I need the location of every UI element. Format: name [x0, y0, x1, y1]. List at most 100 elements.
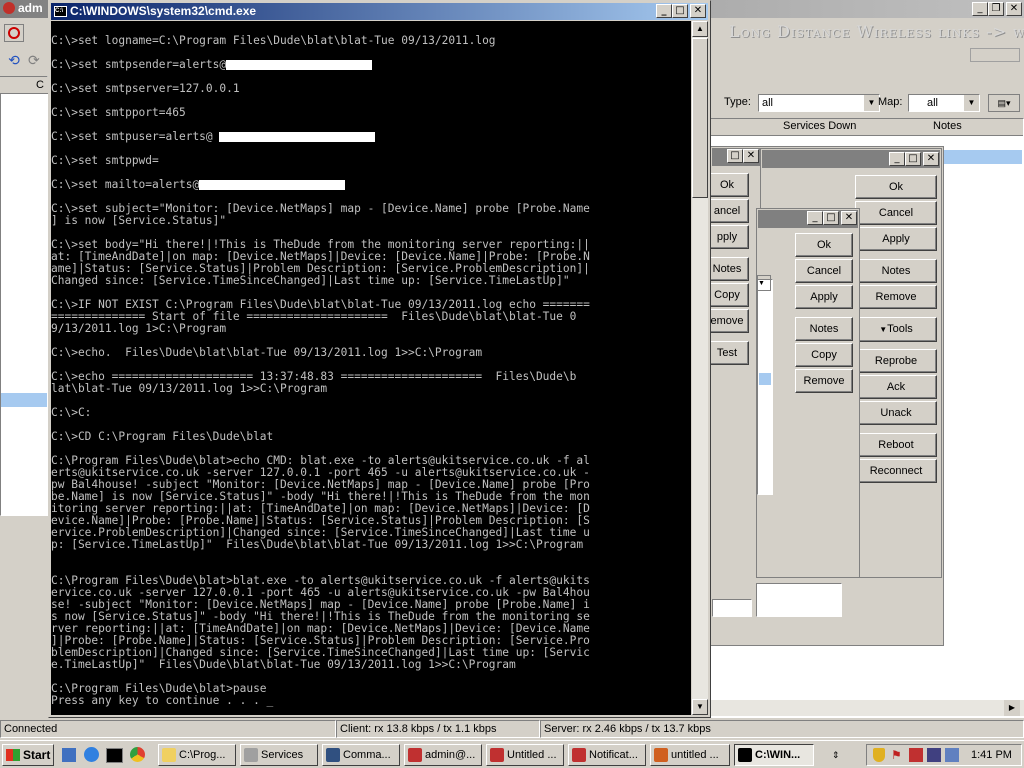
chevron-down-icon[interactable]: ▼ [758, 280, 765, 287]
chrome-icon[interactable] [130, 747, 145, 762]
left-column-header[interactable]: C [0, 77, 48, 94]
left-selected-row[interactable] [1, 393, 47, 407]
columns-menu-button[interactable]: ▤▾ [988, 94, 1020, 112]
service-dialog-minimize-icon[interactable]: _ [807, 211, 823, 225]
device-ok-button[interactable]: Ok [855, 175, 937, 199]
monitor-icon[interactable] [945, 748, 959, 762]
folder-icon [162, 748, 176, 762]
network-icon[interactable] [909, 748, 923, 762]
restore-icon[interactable]: ❐ [988, 2, 1004, 16]
device-tools-label: Tools [887, 323, 913, 335]
view-buttons[interactable] [970, 48, 1020, 62]
task-explorer-label: C:\Prog... [179, 749, 226, 761]
service-notes-button[interactable]: Notes [795, 317, 853, 341]
device-unack-button[interactable]: Unack [855, 401, 937, 425]
console-line: lat\blat-Tue 09/13/2011.log 1>>C:\Progra… [51, 382, 328, 395]
device-remove-button[interactable]: Remove [855, 285, 937, 309]
scroll-thumb[interactable] [692, 38, 708, 198]
service-apply-button[interactable]: Apply [795, 285, 853, 309]
gear-icon [244, 748, 258, 762]
disconnect-button[interactable] [4, 24, 24, 42]
dialog1-notes-button[interactable]: Notes [705, 257, 749, 281]
start-button[interactable]: Start [2, 744, 54, 766]
console-output[interactable]: C:\>set logname=C:\Program Files\Dude\bl… [51, 21, 691, 715]
console-icon [326, 748, 340, 762]
map-select-value: all [927, 97, 939, 109]
service-remove-button[interactable]: Remove [795, 369, 853, 393]
show-desktop-icon[interactable] [62, 748, 76, 762]
ie-icon[interactable] [84, 747, 99, 762]
service-inner-frame: ▼ [757, 275, 771, 291]
service-copy-button[interactable]: Copy [795, 343, 853, 367]
dialog1-copy-button[interactable]: Copy [705, 283, 749, 307]
cmd-title-bar[interactable]: C:\ C:\WINDOWS\system32\cmd.exe _ □ ✕ [51, 3, 708, 20]
dialog1-maximize-icon[interactable]: □ [727, 149, 743, 163]
horizontal-scrollbar[interactable] [710, 700, 1024, 716]
scroll-right-arrow[interactable]: ▶ [1004, 700, 1020, 716]
cmd-maximize-icon[interactable]: □ [672, 4, 688, 18]
antivirus-icon[interactable] [927, 748, 941, 762]
device-reprobe-button[interactable]: Reprobe [855, 349, 937, 373]
cmd-close-icon[interactable]: ✕ [690, 4, 706, 18]
device-cancel-button[interactable]: Cancel [855, 201, 937, 225]
task-cmd-active[interactable]: C:\WIN... [734, 744, 814, 766]
task-services-label: Services [261, 749, 304, 761]
cmd-minimize-icon[interactable]: _ [656, 4, 672, 18]
device-dialog-maximize-icon[interactable]: □ [905, 152, 921, 166]
task-dude-admin[interactable]: admin@... [404, 744, 482, 766]
dialog1-ok-button[interactable]: Ok [705, 173, 749, 197]
map-select[interactable]: all ▼ [908, 94, 980, 112]
service-cancel-button[interactable]: Cancel [795, 259, 853, 283]
device-dialog-minimize-icon[interactable]: _ [889, 152, 905, 166]
type-select[interactable]: all ▼ [758, 94, 880, 112]
device-reconnect-button[interactable]: Reconnect [855, 459, 937, 483]
taskbar-overflow-button[interactable]: ⇕ [832, 746, 844, 764]
console-line: C:\>echo. Files\Dude\blat\blat-Tue 09/13… [51, 346, 483, 359]
minimize-icon[interactable]: _ [972, 2, 988, 16]
service-inner-row-selected[interactable] [759, 373, 771, 385]
task-explorer[interactable]: C:\Prog... [158, 744, 236, 766]
service-dialog-close-icon[interactable]: ✕ [841, 211, 857, 225]
left-tree-pane[interactable] [0, 76, 48, 516]
service-inner-list[interactable] [757, 279, 773, 495]
task-untitled-1[interactable]: Untitled ... [486, 744, 564, 766]
dialog1-test-button[interactable]: Test [705, 341, 749, 365]
clock[interactable]: 1:41 PM [971, 749, 1012, 761]
task-untitled-2[interactable]: untitled ... [650, 744, 730, 766]
chevron-down-icon[interactable]: ▼ [964, 95, 979, 111]
map-label: Map: [878, 96, 903, 108]
dialog1-remove-button[interactable]: emove [705, 309, 749, 333]
dialog1-close-icon[interactable]: ✕ [743, 149, 759, 163]
dialog1-bottom-field[interactable] [712, 599, 752, 617]
chevron-down-icon[interactable]: ▼ [864, 95, 879, 111]
console-scrollbar[interactable]: ▲ ▼ [692, 21, 708, 715]
type-select-value: all [762, 97, 774, 109]
dialog1-apply-button[interactable]: pply [705, 225, 749, 249]
task-services[interactable]: Services [240, 744, 318, 766]
redacted-block [219, 132, 376, 142]
column-notes[interactable]: Notes [933, 120, 962, 132]
undo-button[interactable]: ⟲ [4, 52, 24, 70]
flag-icon[interactable]: ⚑ [891, 748, 903, 762]
device-reboot-button[interactable]: Reboot [855, 433, 937, 457]
chevron-down-icon: ▼ [879, 325, 888, 334]
device-apply-button[interactable]: Apply [855, 227, 937, 251]
dialog1-cancel-button[interactable]: ancel [705, 199, 749, 223]
device-notes-button[interactable]: Notes [855, 259, 937, 283]
task-command[interactable]: Comma... [322, 744, 400, 766]
service-ok-button[interactable]: Ok [795, 233, 853, 257]
filter-bar: Type: all ▼ Map: all ▼ ▤▾ [710, 92, 1024, 114]
task-notification[interactable]: Notificat... [568, 744, 646, 766]
scroll-down-arrow[interactable]: ▼ [692, 699, 708, 715]
status-server: Server: rx 2.46 kbps / tx 13.7 kbps [540, 720, 1024, 738]
device-tools-button[interactable]: ▼Tools [855, 317, 937, 342]
cmd-quicklaunch-icon[interactable] [106, 748, 123, 763]
redo-button[interactable]: ⟳ [28, 52, 46, 70]
device-dialog-close-icon[interactable]: ✕ [923, 152, 939, 166]
scroll-up-arrow[interactable]: ▲ [692, 21, 708, 37]
shield-icon[interactable] [873, 748, 885, 762]
service-dialog-maximize-icon[interactable]: □ [823, 211, 839, 225]
device-ack-button[interactable]: Ack [855, 375, 937, 399]
close-icon[interactable]: ✕ [1006, 2, 1022, 16]
column-services-down[interactable]: Services Down [783, 120, 856, 132]
